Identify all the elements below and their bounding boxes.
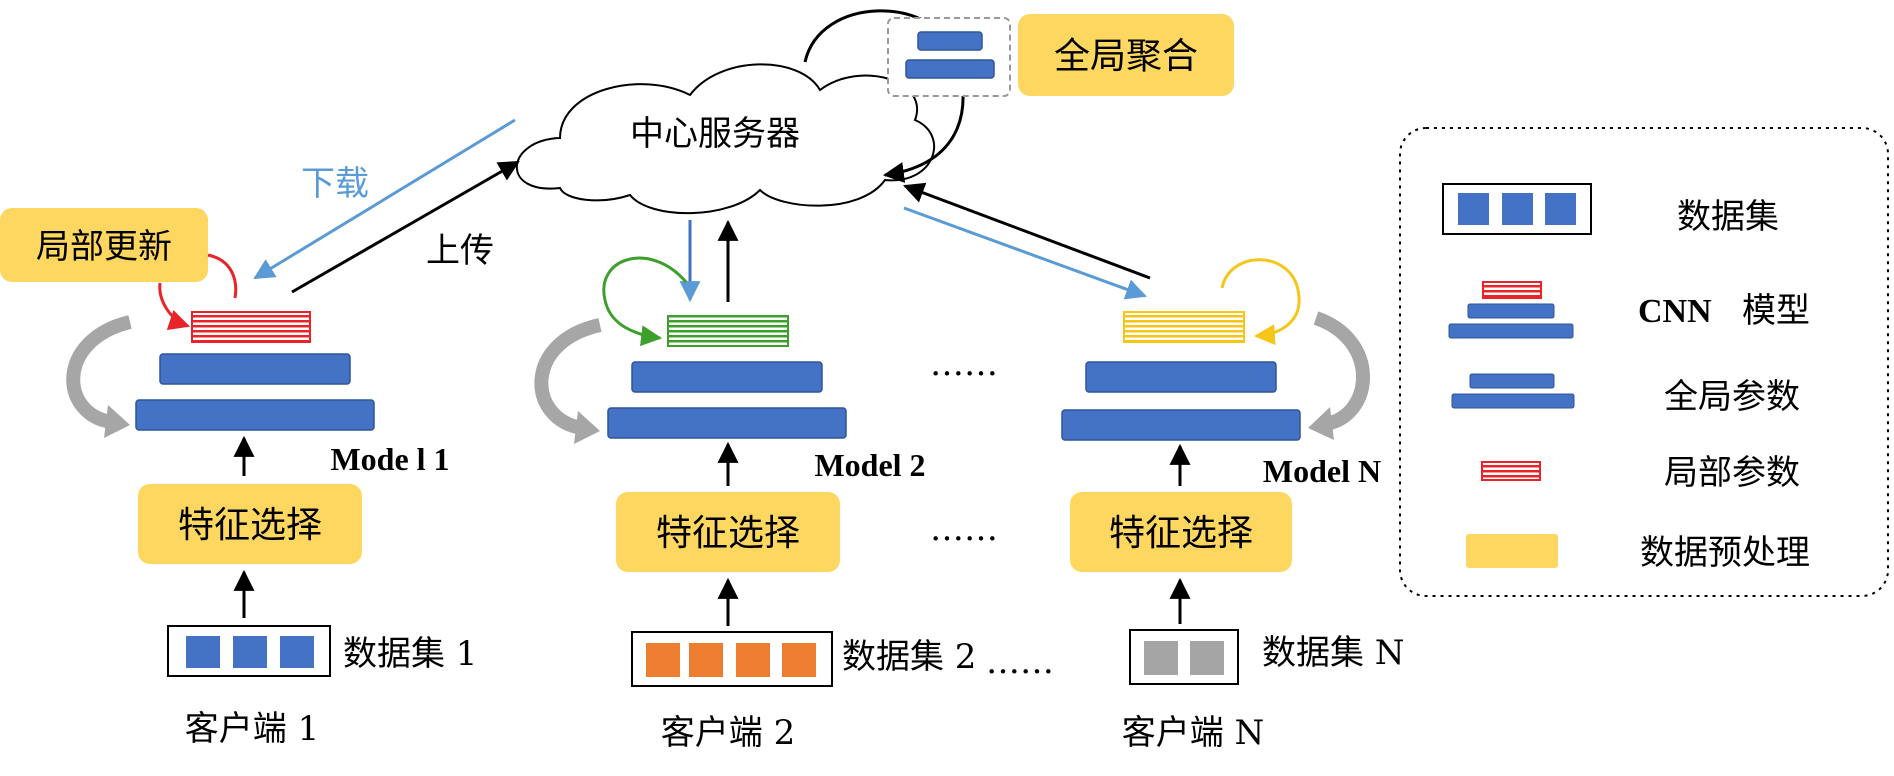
legend-local-params-icon [1481, 461, 1541, 481]
refresh-arrow [1313, 311, 1370, 431]
refresh-arrow-head [1308, 407, 1334, 440]
data-cell [782, 643, 816, 677]
local-params-layer [191, 311, 311, 343]
legend-cnn-prefix: CNN [1638, 293, 1712, 330]
download-label: 下载 [301, 164, 369, 204]
data-cell [689, 643, 723, 677]
client-2: Model 2 特征选择 数据集 2 客户端 2 [534, 256, 976, 753]
federated-learning-diagram: 中心服务器 全局聚合 下载 上传 局部更新 Mode l 1 特征选择 数据集 … [0, 9, 1889, 753]
feature-selection-label: 特征选择 [1109, 513, 1253, 554]
model-layer-1 [159, 353, 351, 385]
local-update-label: 局部更新 [36, 227, 172, 267]
local-update-arrow-2 [158, 282, 190, 330]
feature-selection-label: 特征选择 [656, 513, 800, 554]
ellipsis-models: …… [930, 344, 998, 384]
local-params-layer [667, 315, 789, 347]
model-layer-2 [135, 399, 375, 431]
refresh-arrow [534, 318, 602, 435]
client-n: Model N 特征选择 数据集 N 客户端 N [1061, 258, 1405, 753]
data-cell [186, 636, 220, 668]
global-params-icon [887, 17, 1011, 97]
refresh-arrow-head [104, 405, 130, 438]
global-aggregation-label: 全局聚合 [1054, 36, 1198, 77]
model-layer-1 [1085, 361, 1277, 393]
data-cell [280, 636, 314, 668]
data-cell [1458, 193, 1489, 225]
local-update-arrow [207, 253, 238, 299]
client-label: 客户端 1 [185, 709, 319, 749]
download-arrow-clientN [903, 206, 1147, 300]
model-label: Mode l 1 [330, 441, 449, 477]
model-label: Model N [1263, 453, 1381, 489]
global-aggregation-box: 全局聚合 [1018, 14, 1234, 96]
model-layer-2 [607, 407, 847, 439]
client-label: 客户端 N [1122, 713, 1265, 753]
ellipsis-features: …… [930, 509, 998, 549]
dataset-label: 数据集 N [1262, 633, 1405, 673]
legend-cnn-label: 模型 [1742, 291, 1810, 331]
data-cell [1144, 641, 1178, 675]
upload-label: 上传 [426, 231, 494, 271]
legend-preprocess-label: 数据预处理 [1640, 533, 1810, 573]
data-cell [1545, 193, 1576, 225]
legend-global-params-label: 全局参数 [1664, 377, 1800, 417]
central-server-cloud: 中心服务器 [515, 63, 935, 215]
data-cell [646, 643, 680, 677]
data-cell [1190, 641, 1224, 675]
model-label: Model 2 [814, 447, 925, 483]
refresh-arrow [66, 315, 132, 429]
legend-preprocess-icon [1466, 534, 1558, 568]
refresh-arrow-head [574, 411, 600, 444]
dataset-label: 数据集 1 [343, 634, 477, 674]
data-cell [736, 643, 770, 677]
feature-selection-label: 特征选择 [178, 505, 322, 546]
data-cell [1502, 193, 1533, 225]
ellipsis-datasets: …… [986, 642, 1054, 682]
server-label: 中心服务器 [630, 114, 800, 154]
model-layer-2 [1061, 409, 1301, 441]
data-cell [233, 636, 267, 668]
upload-arrow-clientN [903, 182, 1151, 280]
local-params-layer [1123, 311, 1245, 343]
legend: 数据集 CNN 模型 全局参数 局部参数 数据预处理 [1399, 127, 1889, 597]
client-label: 客户端 2 [661, 713, 795, 753]
legend-dataset-label: 数据集 [1677, 197, 1779, 237]
dataset-label: 数据集 2 [842, 637, 976, 677]
model-layer-1 [631, 361, 823, 393]
legend-local-params-label: 局部参数 [1664, 453, 1800, 493]
client-1: 局部更新 Mode l 1 特征选择 数据集 1 客户端 1 [0, 208, 477, 749]
